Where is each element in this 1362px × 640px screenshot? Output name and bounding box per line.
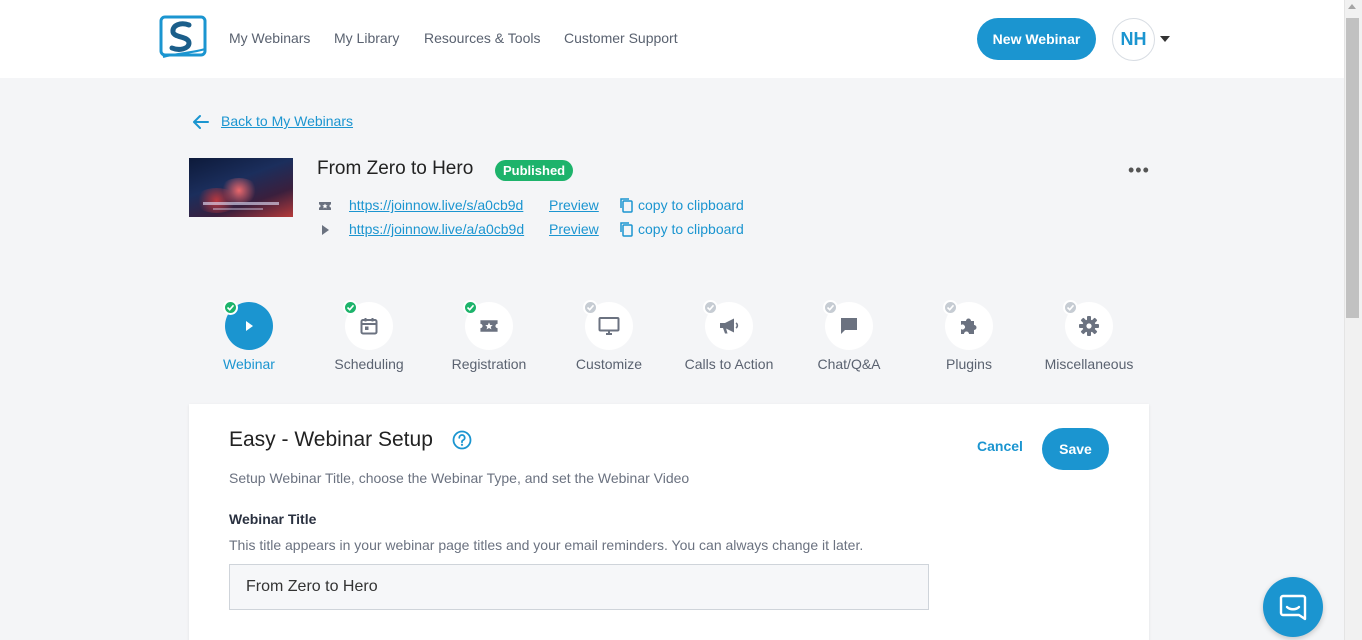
step-miscellaneous[interactable]: Miscellaneous [1029, 298, 1149, 378]
step-plugins[interactable]: Plugins [909, 298, 1029, 378]
step-label: Registration [451, 356, 527, 372]
monitor-icon [598, 317, 620, 335]
chevron-down-icon[interactable] [1160, 36, 1170, 42]
cancel-button[interactable]: Cancel [977, 438, 1023, 454]
check-icon [703, 300, 718, 315]
puzzle-icon [961, 318, 977, 334]
support-chat-button[interactable] [1263, 577, 1323, 637]
webinar-title-input[interactable] [229, 564, 929, 610]
step-label: Customize [575, 356, 643, 372]
attendee-preview-link[interactable]: Preview [549, 221, 599, 237]
check-icon [463, 300, 478, 315]
ticket-icon [319, 202, 331, 210]
help-icon[interactable] [452, 430, 472, 450]
chat-widget-icon [1279, 594, 1307, 621]
card-subtitle: Setup Webinar Title, choose the Webinar … [229, 470, 690, 486]
chat-icon [841, 318, 857, 334]
back-to-webinars-link[interactable]: Back to My Webinars [221, 113, 353, 129]
nav-resources-tools[interactable]: Resources & Tools [424, 30, 540, 46]
calendar-icon [360, 318, 378, 335]
nav-my-library[interactable]: My Library [334, 30, 399, 46]
nav-customer-support[interactable]: Customer Support [564, 30, 678, 46]
gear-icon [1079, 316, 1099, 336]
copy-icon[interactable] [619, 221, 633, 237]
copy-attendee-link[interactable]: copy to clipboard [638, 221, 744, 237]
webinar-thumbnail [189, 158, 293, 217]
check-icon [583, 300, 598, 315]
step-label: Chat/Q&A [817, 356, 881, 372]
step-customize[interactable]: Customize [549, 298, 669, 378]
top-navigation-bar: My Webinars My Library Resources & Tools… [0, 0, 1344, 78]
webinar-title-help: This title appears in your webinar page … [229, 537, 864, 553]
megaphone-icon [720, 318, 739, 334]
step-chat-qa[interactable]: Chat/Q&A [789, 298, 909, 378]
step-label: Plugins [946, 356, 992, 372]
card-title: Easy - Webinar Setup [229, 428, 433, 451]
user-avatar[interactable]: NH [1112, 18, 1155, 61]
check-icon [343, 300, 358, 315]
play-icon [322, 225, 329, 235]
arrow-left-icon[interactable] [192, 113, 210, 131]
nav-my-webinars[interactable]: My Webinars [229, 30, 310, 46]
webinar-title-label: Webinar Title [229, 511, 317, 527]
step-label: Calls to Action [684, 356, 774, 372]
step-webinar[interactable]: Webinar [189, 298, 309, 378]
step-scheduling[interactable]: Scheduling [309, 298, 429, 378]
step-label: Miscellaneous [1044, 356, 1134, 372]
webinar-title: From Zero to Hero [317, 158, 474, 179]
copy-icon[interactable] [619, 197, 633, 213]
play-icon [246, 321, 253, 331]
scrollbar-thumb[interactable] [1346, 18, 1359, 318]
check-icon [823, 300, 838, 315]
registration-url-link[interactable]: https://joinnow.live/s/a0cb9d [349, 197, 523, 213]
step-label: Webinar [223, 356, 275, 372]
more-options-icon[interactable]: ••• [1128, 160, 1150, 181]
check-icon [943, 300, 958, 315]
copy-registration-link[interactable]: copy to clipboard [638, 197, 744, 213]
app-logo[interactable] [159, 15, 207, 61]
scroll-up-arrow-icon[interactable] [1348, 4, 1356, 9]
save-button[interactable]: Save [1042, 428, 1109, 470]
status-badge: Published [495, 160, 574, 181]
check-icon [1063, 300, 1078, 315]
new-webinar-button[interactable]: New Webinar [977, 18, 1096, 60]
ticket-icon [480, 320, 498, 332]
step-label: Scheduling [334, 356, 404, 372]
attendee-url-link[interactable]: https://joinnow.live/a/a0cb9d [349, 221, 524, 237]
step-calls-to-action[interactable]: Calls to Action [669, 298, 789, 378]
registration-preview-link[interactable]: Preview [549, 197, 599, 213]
check-icon [223, 300, 238, 315]
webinar-setup-card: Easy - Webinar Setup Setup Webinar Title… [189, 404, 1149, 640]
step-registration[interactable]: Registration [429, 298, 549, 378]
